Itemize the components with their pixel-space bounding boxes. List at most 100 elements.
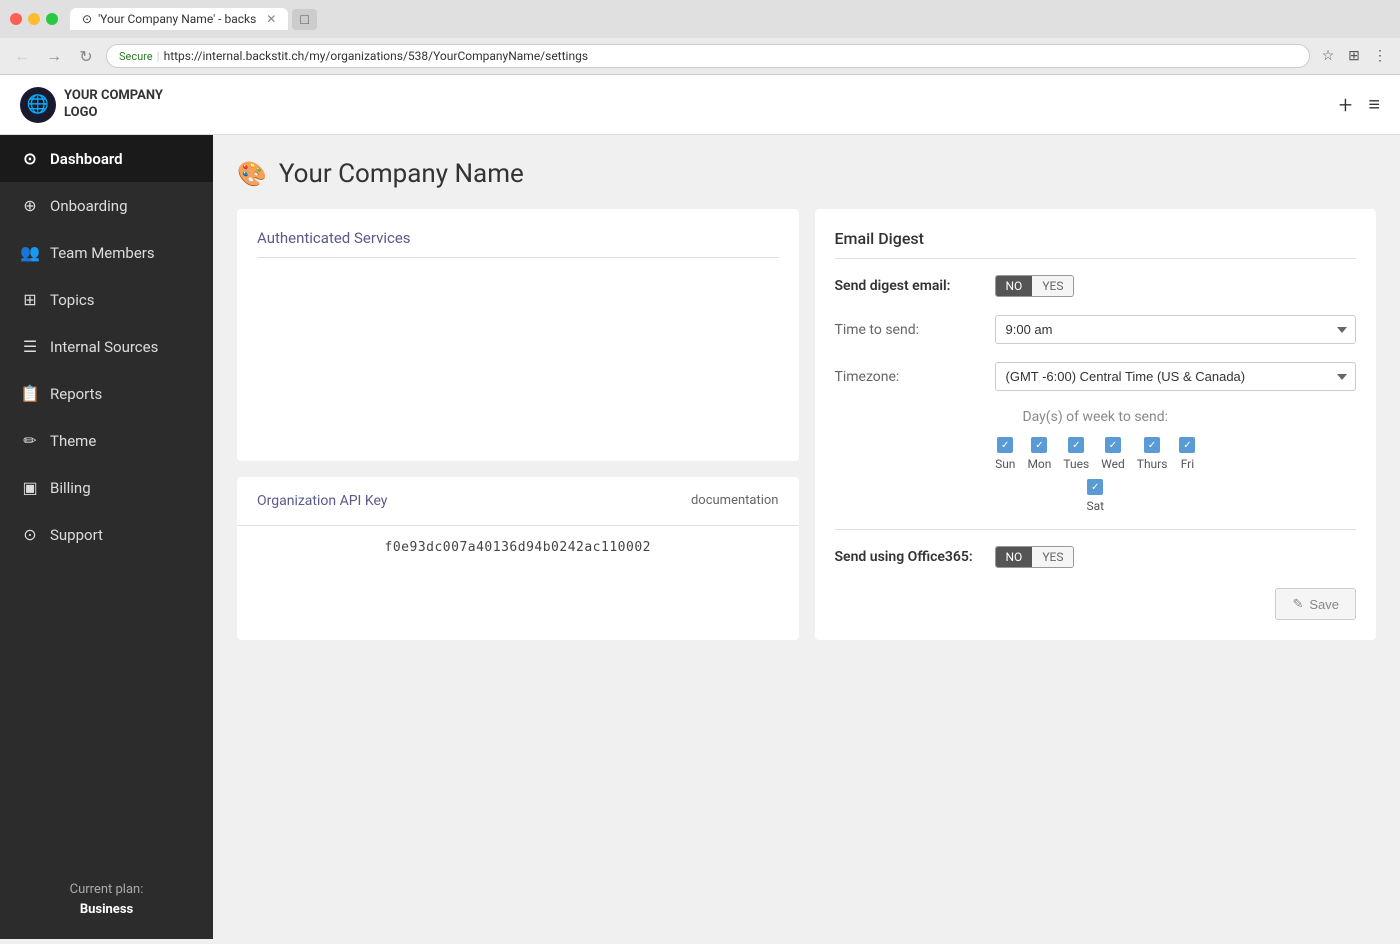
sidebar-item-topics[interactable]: ⊞ Topics <box>0 276 213 323</box>
send-digest-label: Send digest email: <box>835 278 995 294</box>
day-tues: Tues <box>1063 437 1089 471</box>
days-grid: Sun Mon Tues Wed <box>835 437 1357 471</box>
extension-icon[interactable]: ⊞ <box>1344 46 1364 66</box>
thurs-checkbox[interactable] <box>1144 437 1160 453</box>
secure-label: Secure <box>119 50 153 63</box>
page-title-row: 🎨 Your Company Name <box>237 159 1376 189</box>
current-plan-label: Current plan: <box>70 882 144 897</box>
refresh-button[interactable]: ↻ <box>74 44 98 68</box>
send-office365-toggle[interactable]: NO YES <box>995 546 1075 568</box>
sidebar-item-support[interactable]: ⊙ Support <box>0 511 213 558</box>
app-body: ⊙ Dashboard ⊕ Onboarding 👥 Team Members … <box>0 135 1400 939</box>
add-button[interactable]: + <box>1339 91 1353 119</box>
timezone-select[interactable]: (GMT -6:00) Central Time (US & Canada) <box>995 362 1357 391</box>
day-wed: Wed <box>1101 437 1125 471</box>
new-tab-button[interactable]: □ <box>292 9 316 30</box>
logo-line2: LOGO <box>64 105 163 122</box>
sun-label: Sun <box>995 457 1015 471</box>
sun-checkbox[interactable] <box>997 437 1013 453</box>
save-label: Save <box>1309 597 1339 612</box>
day-fri: Fri <box>1179 437 1195 471</box>
sidebar-label-dashboard: Dashboard <box>50 150 123 168</box>
sidebar-label-theme: Theme <box>50 432 96 450</box>
day-thurs: Thurs <box>1137 437 1168 471</box>
star-icon[interactable]: ☆ <box>1318 46 1338 66</box>
sidebar-item-reports[interactable]: 📋 Reports <box>0 370 213 417</box>
address-bar[interactable]: Secure | https://internal.backstit.ch/my… <box>106 44 1310 68</box>
days-row2: Sat <box>835 479 1357 513</box>
office365-yes-button[interactable]: YES <box>1032 547 1073 567</box>
forward-button[interactable]: → <box>42 44 66 68</box>
browser-chrome: ⊙ 'Your Company Name' - backs ✕ □ ← → ↻ … <box>0 0 1400 75</box>
sidebar: ⊙ Dashboard ⊕ Onboarding 👥 Team Members … <box>0 135 213 939</box>
tues-label: Tues <box>1063 457 1089 471</box>
close-dot[interactable] <box>10 13 22 25</box>
save-row: ✎ Save <box>835 588 1357 620</box>
save-button[interactable]: ✎ Save <box>1275 588 1356 620</box>
address-url: https://internal.backstit.ch/my/organiza… <box>164 49 588 63</box>
sat-checkbox[interactable] <box>1087 479 1103 495</box>
send-digest-row: Send digest email: NO YES <box>835 275 1357 297</box>
sidebar-item-internal-sources[interactable]: ☰ Internal Sources <box>0 323 213 370</box>
send-digest-no-button[interactable]: NO <box>996 276 1033 296</box>
email-digest-title: Email Digest <box>835 229 1357 259</box>
sidebar-item-dashboard[interactable]: ⊙ Dashboard <box>0 135 213 182</box>
back-button[interactable]: ← <box>10 44 34 68</box>
office365-no-button[interactable]: NO <box>996 547 1033 567</box>
sidebar-item-theme[interactable]: ✏ Theme <box>0 417 213 464</box>
api-key-value: f0e93dc007a40136d94b0242ac110002 <box>237 526 799 569</box>
days-of-week-label: Day(s) of week to send: <box>835 409 1357 425</box>
authenticated-services-title: Authenticated Services <box>257 229 779 258</box>
wed-checkbox[interactable] <box>1105 437 1121 453</box>
tues-checkbox[interactable] <box>1068 437 1084 453</box>
api-key-card: Organization API Key documentation f0e93… <box>237 477 799 641</box>
sidebar-label-reports: Reports <box>50 385 102 403</box>
day-sat: Sat <box>1086 479 1104 513</box>
fri-label: Fri <box>1181 457 1194 471</box>
browser-tab[interactable]: ⊙ 'Your Company Name' - backs ✕ <box>70 8 288 30</box>
tab-close-icon[interactable]: ✕ <box>266 12 276 26</box>
send-digest-toggle[interactable]: NO YES <box>995 275 1075 297</box>
logo-globe: 🌐 <box>20 87 56 123</box>
sidebar-label-topics: Topics <box>50 291 94 309</box>
mon-checkbox[interactable] <box>1031 437 1047 453</box>
header-actions: + ≡ <box>1339 91 1380 119</box>
logo-line1: YOUR COMPANY <box>64 88 163 105</box>
reports-icon: 📋 <box>20 384 40 403</box>
tab-favicon: ⊙ <box>82 12 92 26</box>
sidebar-footer: Current plan: Business <box>0 860 213 939</box>
authenticated-services-card: Authenticated Services <box>237 209 799 461</box>
mon-label: Mon <box>1027 457 1051 471</box>
main-content: 🎨 Your Company Name Authenticated Servic… <box>213 135 1400 939</box>
send-digest-yes-button[interactable]: YES <box>1032 276 1073 296</box>
browser-toolbar-right: ☆ ⊞ ⋮ <box>1318 46 1390 66</box>
menu-icon[interactable]: ⋮ <box>1370 46 1390 66</box>
save-icon: ✎ <box>1292 596 1303 612</box>
fri-checkbox[interactable] <box>1179 437 1195 453</box>
send-office365-label: Send using Office365: <box>835 549 995 565</box>
page-title-icon: 🎨 <box>237 160 267 188</box>
sidebar-label-team-members: Team Members <box>50 244 155 262</box>
sidebar-item-billing[interactable]: ▣ Billing <box>0 464 213 511</box>
logo-text: YOUR COMPANY LOGO <box>64 88 163 122</box>
thurs-label: Thurs <box>1137 457 1168 471</box>
maximize-dot[interactable] <box>46 13 58 25</box>
api-key-top: Organization API Key documentation <box>237 477 799 526</box>
time-to-send-select[interactable]: 9:00 am <box>995 315 1357 344</box>
sidebar-label-billing: Billing <box>50 479 91 497</box>
sidebar-item-team-members[interactable]: 👥 Team Members <box>0 229 213 276</box>
email-digest-card: Email Digest Send digest email: NO YES T… <box>815 209 1377 640</box>
billing-icon: ▣ <box>20 478 40 497</box>
wed-label: Wed <box>1101 457 1125 471</box>
sidebar-item-onboarding[interactable]: ⊕ Onboarding <box>0 182 213 229</box>
timezone-label: Timezone: <box>835 369 995 385</box>
time-to-send-row: Time to send: 9:00 am <box>835 315 1357 344</box>
page-title: Your Company Name <box>279 159 524 189</box>
address-separator: | <box>157 49 160 63</box>
minimize-dot[interactable] <box>28 13 40 25</box>
divider <box>835 529 1357 530</box>
hamburger-menu-button[interactable]: ≡ <box>1368 92 1380 117</box>
api-doc-link[interactable]: documentation <box>691 493 779 508</box>
day-mon: Mon <box>1027 437 1051 471</box>
team-members-icon: 👥 <box>20 243 40 262</box>
